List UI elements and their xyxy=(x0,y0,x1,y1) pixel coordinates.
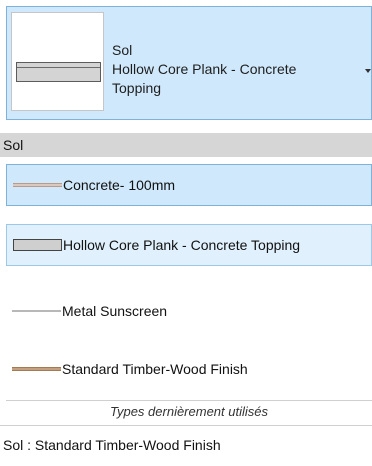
chevron-down-icon[interactable] xyxy=(365,69,371,73)
type-selector-dropdown[interactable]: Sol Hollow Core Plank - Concrete Topping xyxy=(6,6,372,120)
type-item-hollow-core-plank[interactable]: Hollow Core Plank - Concrete Topping xyxy=(6,224,372,266)
type-selector-panel: Sol Hollow Core Plank - Concrete Topping… xyxy=(0,0,372,466)
selected-type-family: Sol xyxy=(112,42,133,58)
type-item-label: Concrete- 100mm xyxy=(63,177,176,193)
floor-section-preview-icon xyxy=(16,62,101,82)
recent-types-header: Types dernièrement utilisés xyxy=(110,404,268,419)
type-item-label: Standard Timber-Wood Finish xyxy=(62,361,248,377)
divider xyxy=(6,400,372,401)
type-item-concrete-100mm[interactable]: Concrete- 100mm xyxy=(6,164,372,206)
metal-swatch-icon xyxy=(12,310,61,312)
timber-swatch-icon xyxy=(12,367,61,371)
type-item-label: Hollow Core Plank - Concrete Topping xyxy=(63,237,301,253)
hollow-core-swatch-icon xyxy=(13,239,62,251)
selected-type-text: Sol Hollow Core Plank - Concrete Topping xyxy=(112,41,342,98)
recent-type-item[interactable]: Sol : Standard Timber-Wood Finish xyxy=(3,437,221,453)
type-item-metal-sunscreen[interactable]: Metal Sunscreen xyxy=(6,290,372,332)
selected-type-name-line-1: Hollow Core Plank - Concrete xyxy=(112,61,297,77)
type-item-standard-timber[interactable]: Standard Timber-Wood Finish xyxy=(6,348,372,390)
selected-type-name-line-2: Topping xyxy=(112,80,162,96)
type-preview xyxy=(11,12,104,111)
category-header: Sol xyxy=(0,133,372,157)
divider xyxy=(0,425,372,426)
concrete-swatch-icon xyxy=(13,183,62,187)
type-item-label: Metal Sunscreen xyxy=(62,303,168,319)
